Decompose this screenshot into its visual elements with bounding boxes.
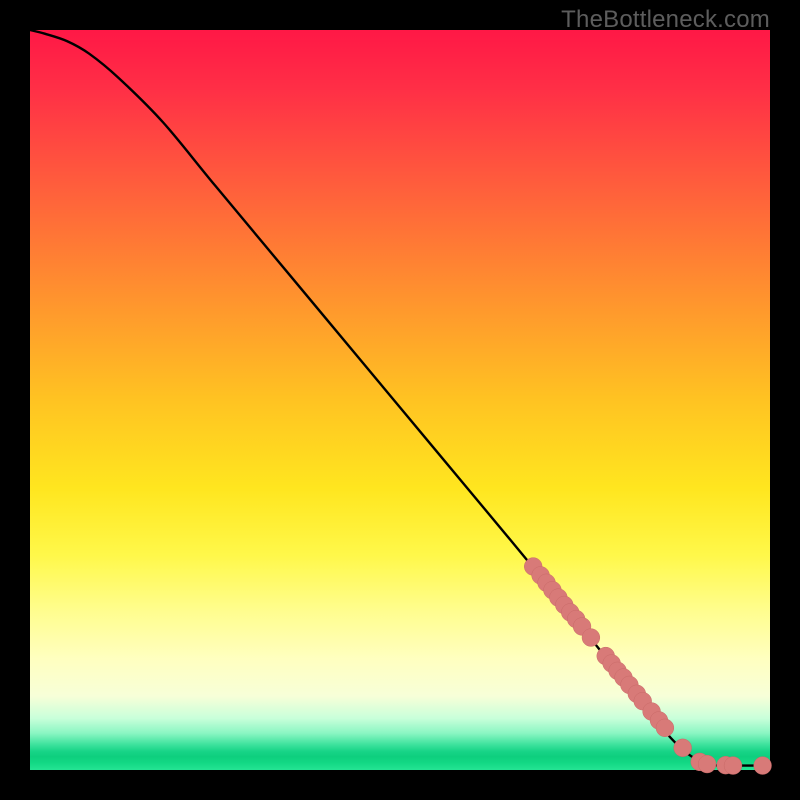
data-point: [656, 719, 674, 737]
data-point: [754, 757, 772, 775]
chart-svg: [30, 30, 770, 770]
data-point: [582, 629, 600, 647]
data-points: [524, 558, 771, 775]
watermark-text: TheBottleneck.com: [561, 6, 770, 34]
data-point: [674, 739, 692, 757]
data-point: [724, 757, 742, 775]
chart-frame: TheBottleneck.com: [0, 0, 800, 800]
plot-area: [30, 30, 770, 770]
bottleneck-curve: [30, 30, 770, 766]
data-point: [698, 755, 716, 773]
